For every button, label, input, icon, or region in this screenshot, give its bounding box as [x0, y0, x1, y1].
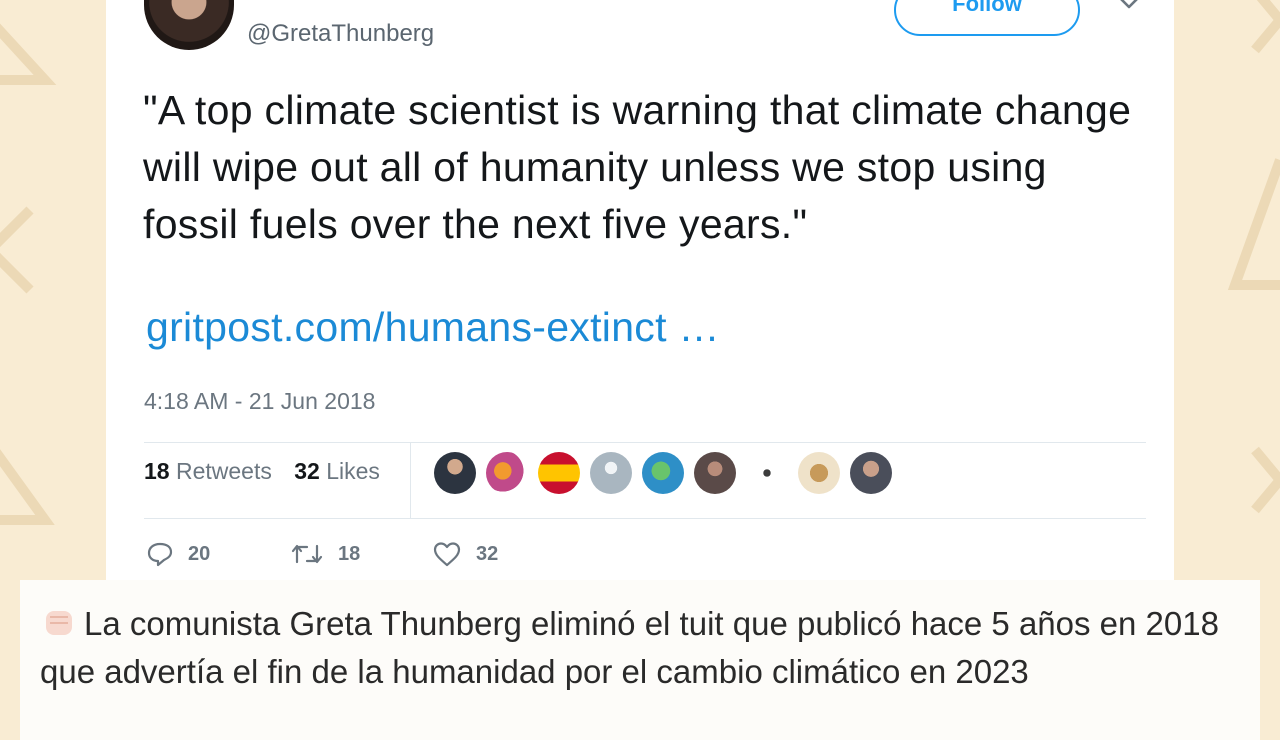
- liker-avatar[interactable]: [642, 452, 684, 494]
- reply-action[interactable]: 20: [146, 540, 210, 568]
- caption-box: La comunista Greta Thunberg eliminó el t…: [20, 580, 1260, 740]
- liker-avatar[interactable]: [486, 452, 528, 494]
- retweets-count[interactable]: 18: [144, 458, 170, 484]
- caption-paragraph: La comunista Greta Thunberg eliminó el t…: [40, 600, 1240, 696]
- likes-count[interactable]: 32: [294, 458, 320, 484]
- tweet-card: @GretaThunberg Follow "A top climate sci…: [106, 0, 1174, 590]
- liker-avatar[interactable]: [694, 452, 736, 494]
- tweet-timestamp[interactable]: 4:18 AM - 21 Jun 2018: [144, 388, 375, 415]
- like-action[interactable]: 32: [432, 540, 498, 568]
- liker-avatar[interactable]: [590, 452, 632, 494]
- likes-label[interactable]: Likes: [326, 458, 380, 484]
- liker-avatar[interactable]: [746, 452, 788, 494]
- divider-bottom: [144, 518, 1146, 519]
- retweet-icon: [291, 544, 323, 564]
- liker-avatar[interactable]: [798, 452, 840, 494]
- stats-divider: [410, 442, 411, 518]
- liker-avatar[interactable]: [434, 452, 476, 494]
- divider-top: [144, 442, 1146, 443]
- retweets-label[interactable]: Retweets: [176, 458, 272, 484]
- retweet-action-count: 18: [338, 542, 361, 565]
- heart-icon: [433, 542, 461, 567]
- follow-button-label: Follow: [952, 0, 1022, 16]
- avatar[interactable]: [144, 0, 234, 50]
- tweet-text: "A top climate scientist is warning that…: [143, 87, 1132, 247]
- follow-button[interactable]: Follow: [894, 0, 1080, 36]
- liker-avatar[interactable]: [850, 452, 892, 494]
- retweet-action[interactable]: 18: [290, 540, 360, 568]
- tweet-link[interactable]: gritpost.com/humans-extinct …: [146, 304, 720, 351]
- caption-text: La comunista Greta Thunberg eliminó el t…: [40, 605, 1219, 690]
- reply-count: 20: [188, 542, 211, 565]
- chevron-down-icon[interactable]: [1116, 0, 1142, 16]
- reply-icon: [147, 542, 173, 567]
- like-action-count: 32: [476, 542, 499, 565]
- user-handle[interactable]: @GretaThunberg: [247, 20, 434, 48]
- liker-avatar[interactable]: [538, 452, 580, 494]
- engagement-stats: 18 Retweets 32 Likes: [144, 458, 380, 485]
- raised-fist-emoji-icon: [46, 611, 72, 635]
